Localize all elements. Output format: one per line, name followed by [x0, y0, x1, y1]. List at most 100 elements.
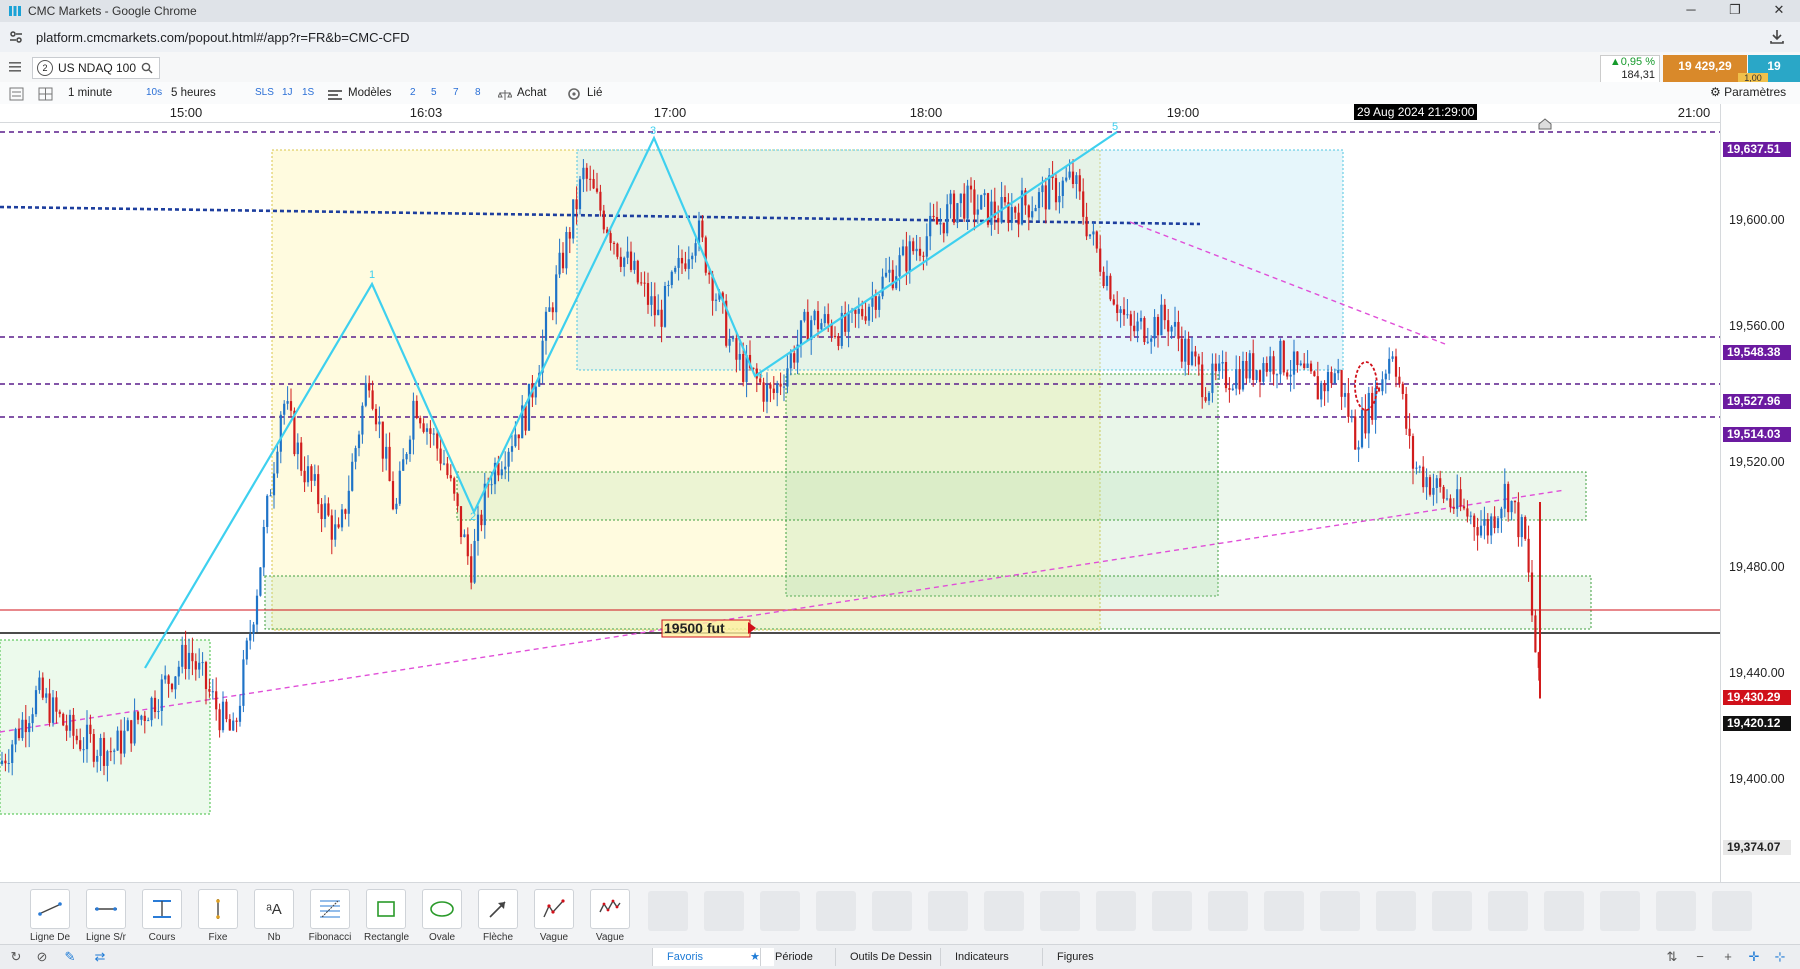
layout-2-button[interactable]: 2 [410, 85, 416, 101]
crosshair-date-label: 29 Aug 2024 21:29:00 [1354, 104, 1478, 120]
candle-body [1156, 316, 1160, 336]
zoom-out-icon[interactable]: − [1692, 949, 1708, 965]
layout-5-button[interactable]: 5 [431, 85, 437, 101]
interval-10s-button[interactable]: 10s [146, 85, 162, 101]
tab-period[interactable]: Période [760, 948, 827, 966]
candle-body [942, 222, 945, 234]
period-1w-button[interactable]: 1S [302, 85, 314, 101]
fit-icon[interactable]: ⊹ [1772, 949, 1788, 965]
models-button[interactable]: Modèles [348, 85, 391, 101]
list-icon[interactable] [9, 86, 24, 102]
empty-tool-slot[interactable] [816, 891, 856, 931]
empty-tool-slot[interactable] [1656, 891, 1696, 931]
empty-tool-slot[interactable] [1040, 891, 1080, 931]
tab-favorites[interactable]: Favoris ★ [652, 948, 774, 966]
interval-select[interactable]: 1 minute [68, 85, 112, 101]
link-button[interactable]: Lié [587, 85, 602, 101]
empty-tool-slot[interactable] [1096, 891, 1136, 931]
candle-body [1493, 516, 1496, 529]
tool-sr-line[interactable]: Ligne S/r [84, 889, 128, 943]
zone-rectangle[interactable] [264, 575, 1592, 630]
buy-button[interactable]: Achat [517, 85, 546, 101]
layout-8-button[interactable]: 8 [475, 85, 481, 101]
tool-rectangle[interactable]: Rectangle [364, 889, 409, 943]
candle-body [973, 189, 976, 215]
candle-body [330, 515, 333, 540]
candle-body [1173, 321, 1177, 327]
settings-button[interactable]: ⚙ Paramètres [1710, 85, 1786, 99]
candle-body [51, 697, 55, 723]
tool-text[interactable]: ᵃA Nb [252, 889, 296, 943]
candle-body [1071, 171, 1075, 184]
instrument-bar: 2 US NDAQ 100 [0, 52, 1800, 83]
candle-body [946, 204, 949, 234]
tab-label: Favoris [667, 951, 704, 963]
search-icon[interactable] [141, 62, 153, 74]
empty-tool-slot[interactable] [704, 891, 744, 931]
minimize-icon[interactable]: ─ [1676, 2, 1706, 20]
candle-body [799, 320, 803, 345]
candle-body [1296, 351, 1299, 366]
empty-tool-slot[interactable] [872, 891, 912, 931]
tab-drawing-tools[interactable]: Outils De Dessin [835, 948, 946, 966]
candle-body [1099, 248, 1102, 272]
site-info-icon[interactable] [8, 29, 24, 45]
candle-body [85, 724, 89, 750]
empty-tool-slot[interactable] [1264, 891, 1304, 931]
empty-tool-slot[interactable] [1152, 891, 1192, 931]
candle-body [473, 540, 476, 583]
candle-body [1017, 212, 1020, 225]
candle-body [1116, 304, 1119, 313]
tool-price[interactable]: Cours [140, 889, 184, 943]
empty-tool-slot[interactable] [648, 891, 688, 931]
candle-body [997, 218, 1000, 223]
candle-body [1167, 320, 1170, 332]
tab-figures[interactable]: Figures [1042, 948, 1154, 966]
empty-tool-slot[interactable] [1432, 891, 1472, 931]
empty-tool-slot[interactable] [984, 891, 1024, 931]
tool-fibonacci[interactable]: Fibonacci [308, 889, 352, 943]
empty-tool-slot[interactable] [1712, 891, 1752, 931]
empty-tool-slot[interactable] [1544, 891, 1584, 931]
sls-button[interactable]: SLS [255, 85, 274, 101]
candle-body [1119, 309, 1122, 313]
sell-price-button[interactable]: 19 429,29 [1663, 55, 1747, 83]
empty-tool-slot[interactable] [1208, 891, 1248, 931]
period-1d-button[interactable]: 1J [282, 85, 293, 101]
candle-body [966, 185, 969, 219]
cursor-icon[interactable]: ⇄ [92, 949, 108, 965]
restore-icon[interactable]: ❐ [1720, 2, 1750, 20]
period-select[interactable]: 5 heures [171, 85, 216, 101]
layout-7-button[interactable]: 7 [453, 85, 459, 101]
price-chart[interactable]: 1 2 3 4 5 19500 fut [0, 122, 1720, 882]
candle-body [1136, 321, 1139, 332]
cancel-icon[interactable]: ⊘ [34, 949, 50, 965]
tab-indicators[interactable]: Indicateurs [940, 948, 1023, 966]
crosshair-icon[interactable]: ✛ [1746, 949, 1762, 965]
empty-tool-slot[interactable] [1488, 891, 1528, 931]
empty-tool-slot[interactable] [928, 891, 968, 931]
candle-body [1340, 370, 1343, 397]
layout-icon[interactable] [38, 86, 53, 102]
pencil-icon[interactable]: ✎ [62, 949, 78, 965]
candle-body [245, 640, 248, 660]
empty-tool-slot[interactable] [1320, 891, 1360, 931]
close-icon[interactable]: ✕ [1764, 2, 1794, 20]
tool-arrow[interactable]: Flèche [476, 889, 520, 943]
download-icon[interactable] [1768, 28, 1786, 46]
tool-oval[interactable]: Ovale [420, 889, 464, 943]
hamburger-menu-icon[interactable] [8, 60, 22, 74]
zoom-in-icon[interactable]: + [1720, 949, 1736, 965]
instrument-selector[interactable]: 2 US NDAQ 100 [32, 57, 161, 79]
url-field[interactable]: platform.cmcmarkets.com/popout.html#/app… [36, 30, 410, 45]
refresh-icon[interactable]: ↻ [8, 949, 24, 965]
empty-tool-slot[interactable] [1600, 891, 1640, 931]
scale-icon[interactable]: ⇅ [1664, 949, 1680, 965]
tool-fixed[interactable]: Fixe [196, 889, 240, 943]
oval-marker[interactable] [1354, 361, 1378, 411]
empty-tool-slot[interactable] [760, 891, 800, 931]
candle-body [184, 644, 187, 670]
current-price-tag: 19,430.29 [1723, 690, 1791, 705]
time-axis: 15:00 16:03 17:00 18:00 19:00 29 Aug 202… [0, 104, 1720, 130]
empty-tool-slot[interactable] [1376, 891, 1416, 931]
